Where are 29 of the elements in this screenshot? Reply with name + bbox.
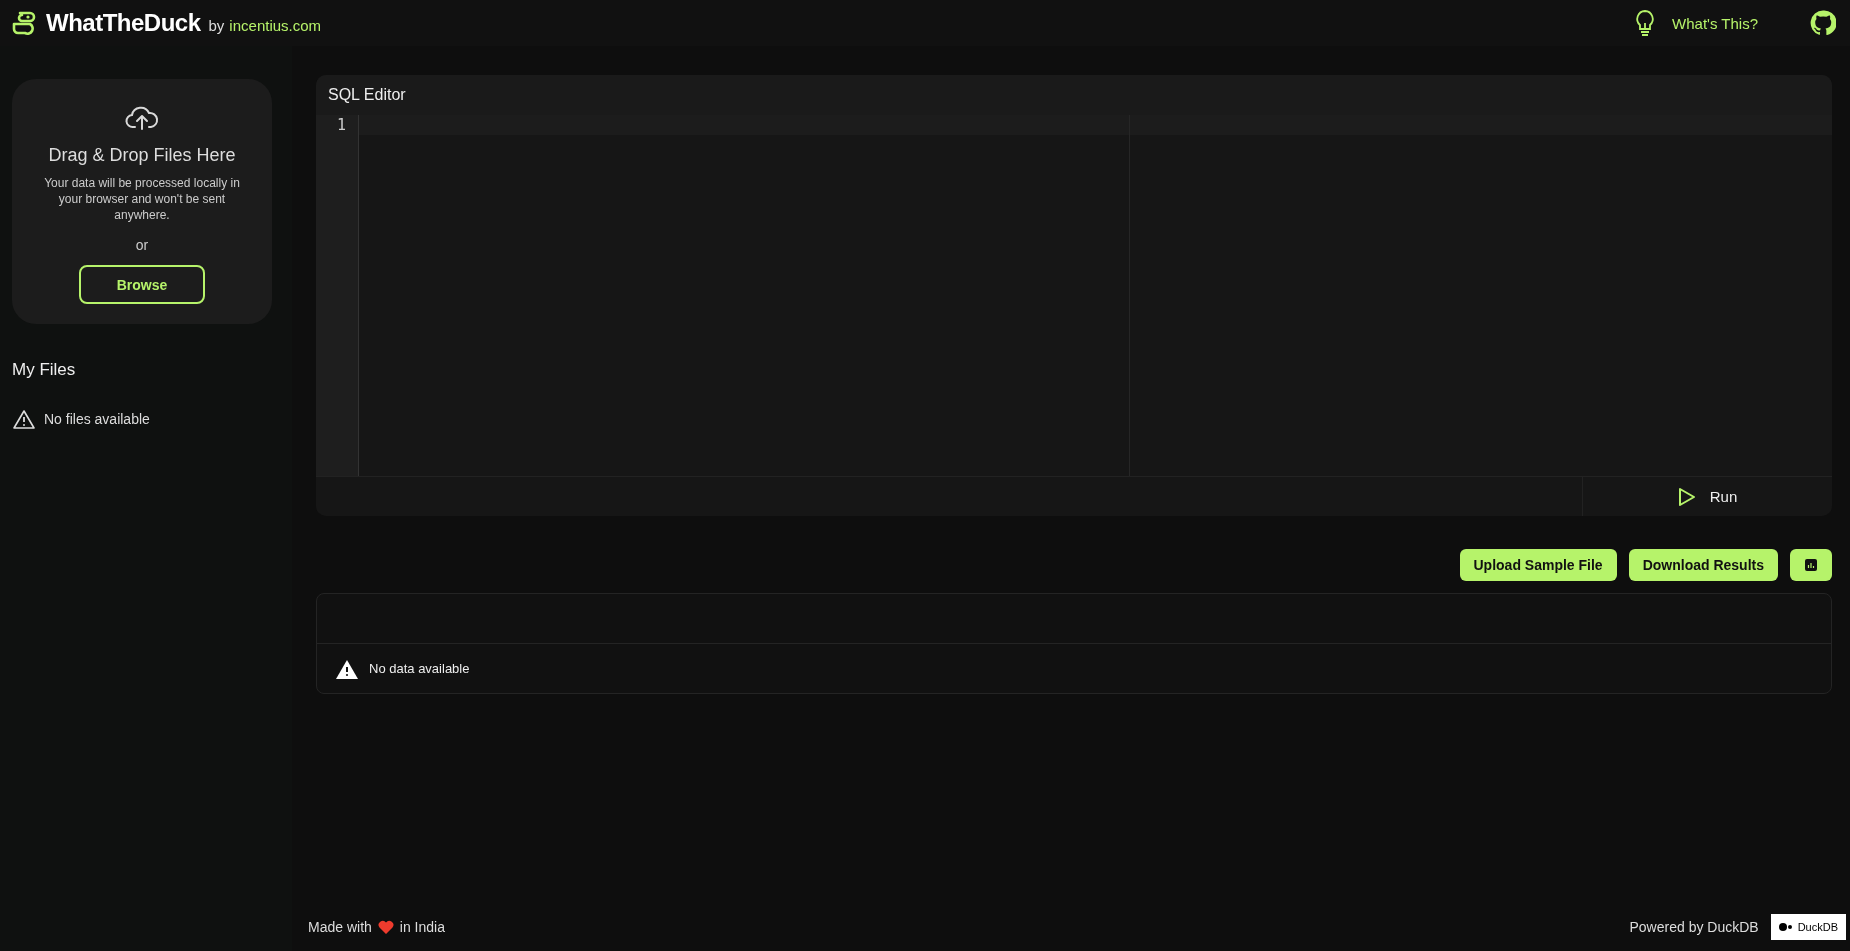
footer-text: Made with bbox=[308, 919, 372, 935]
or-label: or bbox=[135, 237, 149, 253]
browse-button[interactable]: Browse bbox=[79, 265, 205, 304]
footer-text: Powered by DuckDB bbox=[1629, 919, 1759, 935]
section-title: My Files bbox=[12, 360, 77, 380]
bar-chart-icon bbox=[1805, 559, 1817, 571]
duckdb-badge: DuckDB bbox=[1770, 914, 1846, 940]
panel-title: SQL Editor bbox=[316, 75, 1832, 115]
lightbulb-icon bbox=[1634, 9, 1657, 37]
company-link[interactable]: incentius.com bbox=[229, 17, 322, 34]
warning-icon bbox=[12, 408, 36, 430]
empty-message: No files available bbox=[44, 411, 150, 427]
github-icon bbox=[1810, 10, 1836, 36]
action-button[interactable]: Download Results bbox=[1628, 549, 1778, 581]
chart-button[interactable] bbox=[1790, 549, 1832, 581]
dot-icon bbox=[1778, 923, 1793, 931]
run-button[interactable]: Run bbox=[1582, 477, 1832, 516]
heart-icon bbox=[377, 920, 394, 934]
footer-text: in India bbox=[399, 919, 445, 935]
brand-name: WhatTheDuck bbox=[46, 9, 201, 37]
line-number: 1 bbox=[335, 115, 347, 135]
empty-message: No data available bbox=[369, 661, 470, 676]
help-link[interactable]: What's This? bbox=[1672, 14, 1758, 32]
play-icon bbox=[1677, 486, 1696, 507]
upload-title: Drag & Drop Files Here bbox=[48, 145, 236, 166]
duck-icon bbox=[12, 11, 38, 35]
byline: by bbox=[208, 17, 225, 34]
action-button[interactable]: Upload Sample File bbox=[1459, 549, 1617, 581]
privacy-note: Your data will be processed locally in your browser and won't be sent anywhere. bbox=[43, 175, 241, 223]
